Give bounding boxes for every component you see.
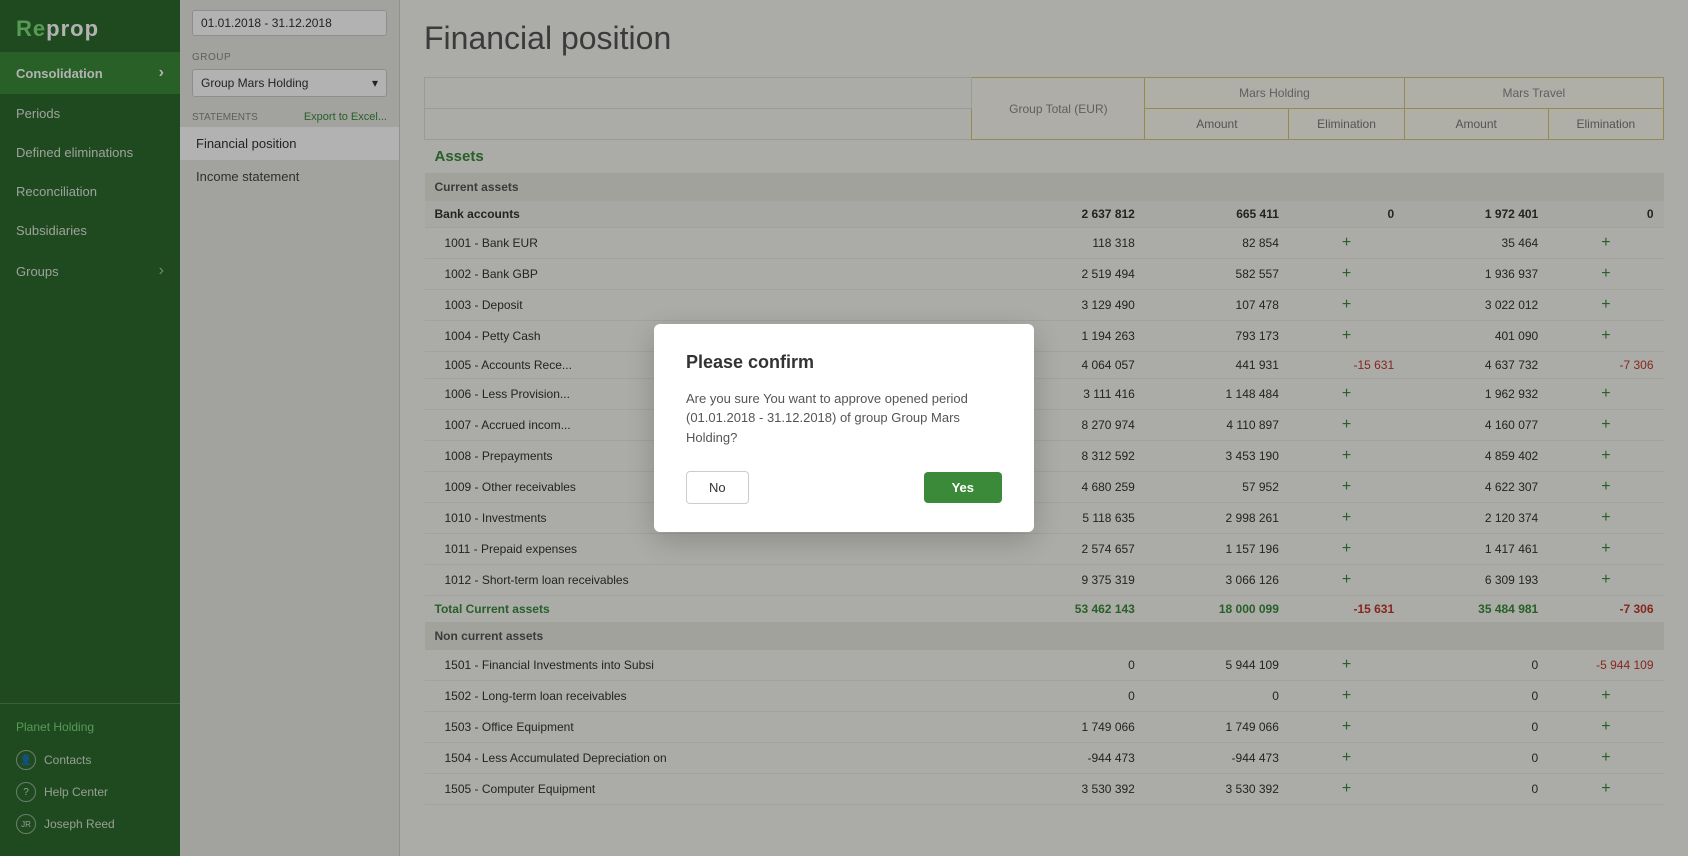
yes-button[interactable]: Yes [924, 472, 1002, 503]
no-button[interactable]: No [686, 471, 749, 504]
modal-footer: No Yes [686, 471, 1002, 504]
confirm-modal: Please confirm Are you sure You want to … [654, 324, 1034, 533]
modal-overlay: Please confirm Are you sure You want to … [0, 0, 1688, 856]
modal-title: Please confirm [686, 352, 1002, 373]
modal-body: Are you sure You want to approve opened … [686, 389, 1002, 448]
